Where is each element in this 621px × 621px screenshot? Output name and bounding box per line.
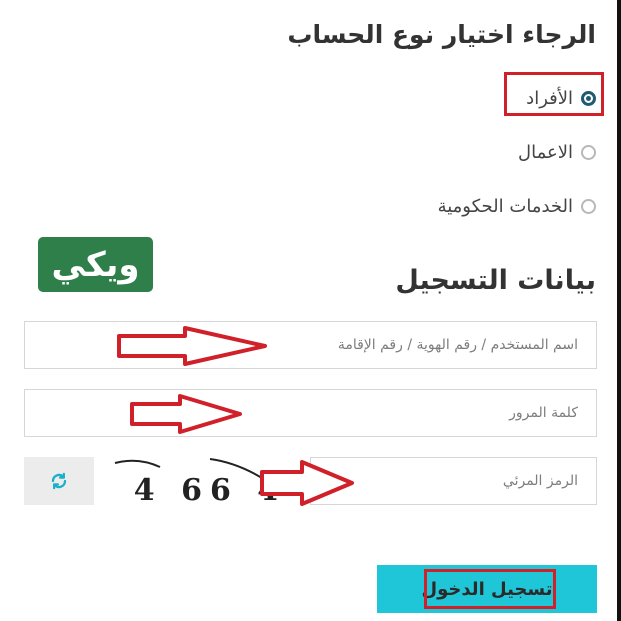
registration-title: بيانات التسجيل <box>395 265 596 296</box>
radio-unselected-icon[interactable] <box>581 198 596 214</box>
captcha-field-wrapper <box>310 457 597 505</box>
username-input[interactable] <box>25 322 596 368</box>
captcha-text: 4 66 4 <box>134 473 286 505</box>
highlight-box-individuals <box>504 72 604 116</box>
radio-label-government: الخدمات الحكومية <box>437 195 573 217</box>
captcha-refresh-button[interactable] <box>24 457 94 505</box>
password-field-wrapper <box>24 389 597 437</box>
radio-option-business[interactable]: الاعمال <box>518 137 596 167</box>
login-button[interactable]: تسجيل الدخول <box>377 565 597 613</box>
captcha-input[interactable] <box>311 458 596 504</box>
logo-text: ويكي <box>51 244 140 285</box>
refresh-icon <box>51 472 67 490</box>
window-edge <box>617 0 621 621</box>
captcha-noise: 4 66 4 <box>114 458 286 508</box>
radio-option-government[interactable]: الخدمات الحكومية <box>438 191 596 221</box>
account-type-title: الرجاء اختيار نوع الحساب <box>287 20 596 49</box>
username-field-wrapper <box>24 321 597 369</box>
wiki-logo: ويكي <box>38 237 153 292</box>
password-input[interactable] <box>25 390 596 436</box>
login-button-label: تسجيل الدخول <box>421 578 553 600</box>
radio-label-business: الاعمال <box>518 141 573 163</box>
radio-unselected-icon[interactable] <box>581 144 596 160</box>
captcha-image: 4 66 4 <box>110 455 310 508</box>
